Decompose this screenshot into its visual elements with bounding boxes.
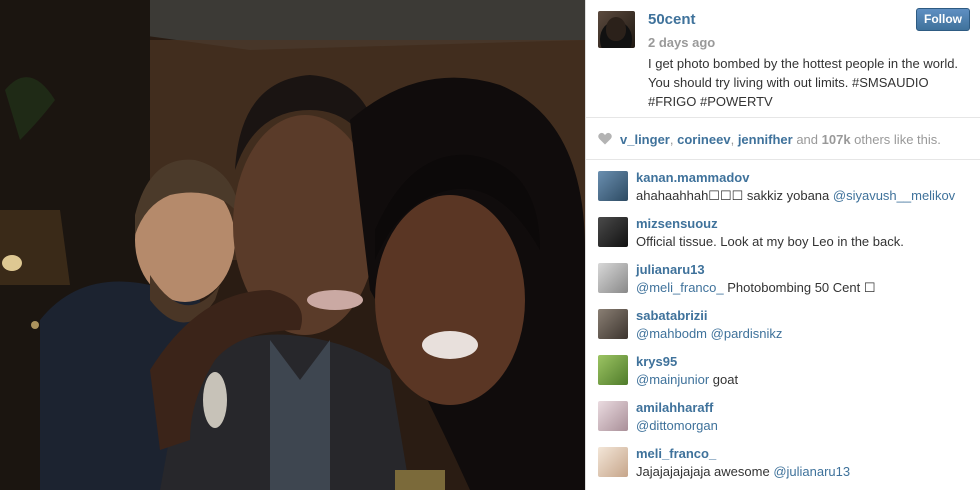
instagram-post-view: 50cent 2 days ago I get photo bombed by … xyxy=(0,0,980,490)
commenter-avatar[interactable] xyxy=(598,263,628,293)
comments-list: kanan.mammadov ahahaahhah☐☐☐ sakkiz yoba… xyxy=(586,160,980,482)
owner-username[interactable]: 50cent xyxy=(648,11,696,28)
comment-item: julianaru13 @meli_franco_ Photobombing 5… xyxy=(586,252,980,298)
comment-mention[interactable]: @siyavush__melikov xyxy=(833,188,955,203)
comment-username[interactable]: sabatabrizii xyxy=(636,308,708,323)
comment-mention[interactable]: @dittomorgan xyxy=(636,418,718,433)
comment-text: ahahaahhah☐☐☐ sakkiz yobana @siyavush__m… xyxy=(636,188,955,204)
comment-text: @mainjunior goat xyxy=(636,372,738,387)
commenter-avatar[interactable] xyxy=(598,355,628,385)
comment-item: meli_franco_ Jajajajajajaja awesome @jul… xyxy=(586,436,980,482)
likes-separator: , xyxy=(669,132,678,147)
liker-link[interactable]: corineev xyxy=(677,132,730,147)
post-photo[interactable] xyxy=(0,0,585,490)
comment-text: @meli_franco_ Photobombing 50 Cent ☐ xyxy=(636,280,876,296)
comment-text: Official tissue. Look at my boy Leo in t… xyxy=(636,234,904,249)
likes-count[interactable]: 107k xyxy=(822,132,851,147)
comment-body: ahahaahhah☐☐☐ sakkiz yobana xyxy=(636,188,833,203)
comment-username[interactable]: amilahharaff xyxy=(636,400,713,415)
commenter-avatar[interactable] xyxy=(598,309,628,339)
comment-item: sabatabrizii @mahbodm @pardisnikz xyxy=(586,298,980,344)
comment-mention[interactable]: @meli_franco_ xyxy=(636,280,724,295)
likes-and: and xyxy=(792,132,822,147)
comment-body: Official tissue. Look at my boy Leo in t… xyxy=(636,234,904,249)
comment-username[interactable]: kanan.mammadov xyxy=(636,170,749,185)
comment-mention[interactable]: @pardisnikz xyxy=(711,326,783,341)
liker-link[interactable]: v_linger xyxy=(620,132,670,147)
photo-illustration xyxy=(0,0,585,490)
comment-mention[interactable]: @mahbodm xyxy=(636,326,707,341)
comment-username[interactable]: krys95 xyxy=(636,354,677,369)
post-timestamp: 2 days ago xyxy=(648,35,716,50)
commenter-avatar[interactable] xyxy=(598,401,628,431)
commenter-avatar[interactable] xyxy=(598,217,628,247)
likes-separator: , xyxy=(730,132,738,147)
commenter-avatar[interactable] xyxy=(598,447,628,477)
comment-text: Jajajajajajaja awesome @julianaru13 xyxy=(636,464,850,479)
comment-body: Photobombing 50 Cent ☐ xyxy=(723,280,876,295)
comment-username[interactable]: meli_franco_ xyxy=(636,446,716,461)
comment-text: @mahbodm @pardisnikz xyxy=(636,326,782,341)
post-header: 50cent 2 days ago I get photo bombed by … xyxy=(586,0,980,118)
heart-icon[interactable] xyxy=(598,132,612,145)
post-details-panel: 50cent 2 days ago I get photo bombed by … xyxy=(585,0,980,490)
comment-item: amilahharaff @dittomorgan xyxy=(586,390,980,436)
comment-item: krys95 @mainjunior goat xyxy=(586,344,980,390)
comment-body: Jajajajajajaja awesome xyxy=(636,464,774,479)
post-caption: I get photo bombed by the hottest people… xyxy=(648,56,959,109)
comment-mention[interactable]: @mainjunior xyxy=(636,372,709,387)
comment-item: mizsensuouz Official tissue. Look at my … xyxy=(586,206,980,252)
liker-link[interactable]: jennifher xyxy=(738,132,793,147)
comment-username[interactable]: mizsensuouz xyxy=(636,216,718,231)
comment-body: goat xyxy=(709,372,739,387)
comment-username[interactable]: julianaru13 xyxy=(636,262,705,277)
follow-button[interactable]: Follow xyxy=(916,8,970,31)
likes-rest: others like this. xyxy=(850,132,941,147)
owner-avatar[interactable] xyxy=(598,11,635,48)
likes-row: v_linger, corineev, jennifher and 107k o… xyxy=(586,118,980,160)
comment-text: @dittomorgan xyxy=(636,418,718,433)
commenter-avatar[interactable] xyxy=(598,171,628,201)
comment-mention[interactable]: @julianaru13 xyxy=(773,464,850,479)
comment-item: kanan.mammadov ahahaahhah☐☐☐ sakkiz yoba… xyxy=(586,160,980,206)
likes-summary: v_linger, corineev, jennifher and 107k o… xyxy=(620,132,941,147)
